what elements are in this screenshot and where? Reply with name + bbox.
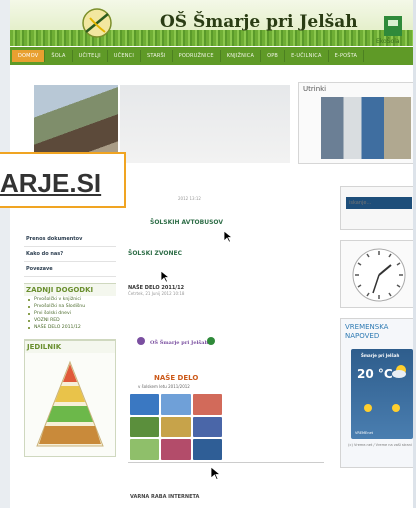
nav-branches[interactable]: PODRUŽNICE xyxy=(173,50,221,62)
weather-title: VREMENSKA NAPOVED xyxy=(345,323,389,340)
site-title[interactable]: OŠ Šmarje pri Jelšah xyxy=(160,12,358,32)
article-title-buses[interactable]: ŠOLSKIH AVTOBUSOV xyxy=(150,219,328,226)
banner-photo xyxy=(120,85,290,163)
our-work-poster[interactable]: OŠ Šmarje pri Jelšah NAŠE DELO v šolskem… xyxy=(130,322,222,460)
weather-location: Šmarje pri Jelšah xyxy=(361,353,400,358)
nav-students[interactable]: UČENCI xyxy=(108,50,142,62)
url-callout-text: ARJE.SI xyxy=(0,168,102,198)
nav-library[interactable]: KNJIŽNICA xyxy=(221,50,262,62)
search-box xyxy=(340,186,416,230)
weather-temperature: 20 °C xyxy=(357,367,393,381)
eko-label: EkoŠola xyxy=(376,38,400,45)
nav-school[interactable]: ŠOLA xyxy=(45,50,73,62)
link-directions[interactable]: Kako do nas? xyxy=(24,247,116,262)
event-item[interactable]: Prvošolčki na Slodišnu xyxy=(24,303,116,310)
snapshots-title: Utrinki xyxy=(303,85,327,93)
analog-clock-icon xyxy=(352,248,406,302)
school-emblem-icon xyxy=(137,337,145,345)
search-input[interactable] xyxy=(346,197,412,209)
nav-e-classroom[interactable]: E-UČILNICA xyxy=(285,50,329,62)
article-meta: 2012 13:12 xyxy=(178,196,201,201)
sun-icon xyxy=(364,404,372,412)
event-item[interactable]: Prvošolčki v knjižnici xyxy=(24,296,116,303)
mouse-cursor-icon xyxy=(210,466,220,480)
school-logo[interactable] xyxy=(80,6,114,40)
article-title-internet[interactable]: VARNA RABA INTERNETA xyxy=(130,494,199,500)
nav-home[interactable]: DOMOV xyxy=(12,50,46,62)
poster-school-name: OŠ Šmarje pri Jelšah xyxy=(150,340,209,346)
site-header: OŠ Šmarje pri Jelšah EkoŠola xyxy=(10,0,416,46)
nav-teachers[interactable]: UČITELJI xyxy=(73,50,108,62)
event-item[interactable]: VOZNI RED xyxy=(24,317,116,324)
link-documents[interactable]: Prenos dokumentov xyxy=(24,232,116,247)
nav-e-mail[interactable]: E-POŠTA xyxy=(329,50,365,62)
header-grass xyxy=(10,30,416,46)
poster-subtitle: v šolskem letu 2011/2012 xyxy=(138,384,190,389)
weather-widget: VREMENSKA NAPOVED Šmarje pri Jelšah 20 °… xyxy=(340,318,416,468)
partly-cloudy-icon xyxy=(392,365,406,378)
right-sidebar: VREMENSKA NAPOVED Šmarje pri Jelšah 20 °… xyxy=(340,186,416,468)
weather-credit[interactable]: (c) Vreme.net / Vreme na vaši strani xyxy=(347,443,413,447)
main-nav: DOMOV ŠOLA UČITELJI UČENCI STARŠI PODRUŽ… xyxy=(10,47,416,65)
poster-title: NAŠE DELO xyxy=(154,374,199,382)
snapshots-box: Utrinki xyxy=(298,82,416,164)
nav-parents[interactable]: STARŠI xyxy=(141,50,173,62)
mouse-cursor-icon xyxy=(223,230,232,243)
link-links[interactable]: Povezave xyxy=(24,262,116,277)
weather-provider: VREMEnet xyxy=(355,431,374,435)
article-title-bell[interactable]: ŠOLSKI ZVONEC xyxy=(128,250,328,257)
events-title: ZADNJI DOGODKI xyxy=(24,283,116,296)
left-sidebar: Prenos dokumentov Kako do nas? Povezave … xyxy=(24,232,116,457)
weather-forecast-panel[interactable]: Šmarje pri Jelšah 20 °C VREMEnet xyxy=(351,349,413,439)
clock-widget xyxy=(340,240,416,308)
mouse-cursor-icon xyxy=(160,270,169,283)
web-page: OŠ Šmarje pri Jelšah EkoŠola DOMOV ŠOLA … xyxy=(10,0,416,508)
nav-opb[interactable]: OPB xyxy=(261,50,286,62)
food-pyramid-image[interactable] xyxy=(33,358,107,450)
event-item[interactable]: Prvi šolski dnevi xyxy=(24,310,116,317)
snapshot-photo[interactable] xyxy=(321,97,411,159)
menu-box: JEDILNIK xyxy=(24,339,116,457)
event-item[interactable]: NAŠE DELO 2011/12 xyxy=(24,324,116,331)
url-callout: ARJE.SI xyxy=(0,152,126,208)
photo-collage xyxy=(130,394,222,460)
sun-icon xyxy=(392,404,400,412)
content-divider xyxy=(128,462,324,463)
menu-title: JEDILNIK xyxy=(25,340,115,353)
main-content: 2012 13:12 ŠOLSKIH AVTOBUSOV ŠOLSKI ZVON… xyxy=(128,196,328,296)
article-date: Četrtek, 21 Junij 2012 10:18 xyxy=(128,291,185,296)
